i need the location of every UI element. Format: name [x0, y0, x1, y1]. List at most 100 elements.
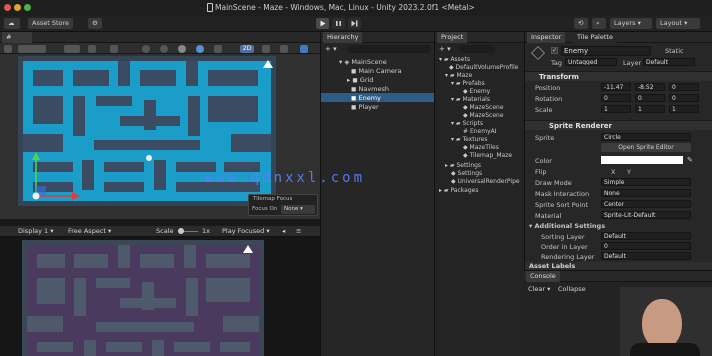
rotation-x-field[interactable]: 0	[601, 94, 631, 102]
scale-z-field[interactable]: 1	[669, 105, 699, 113]
lighting-icon[interactable]	[262, 44, 270, 53]
tab-tile-palette[interactable]: Tile Palette	[573, 32, 617, 43]
audio-icon[interactable]	[280, 44, 288, 53]
draw-mode-dropdown[interactable]	[18, 44, 46, 53]
hierarchy-item-mainscene[interactable]: ▾ ◈ MainScene	[339, 58, 387, 66]
hand-tool-icon[interactable]	[4, 44, 12, 53]
step-button[interactable]	[348, 18, 361, 29]
material-field[interactable]: Sprite-Lit-Default	[601, 211, 691, 219]
project-item-volume-profile[interactable]: ◆ DefaultVolumeProfile	[449, 64, 518, 72]
sort-point-dropdown[interactable]: Center	[601, 200, 691, 208]
hierarchy-search-input[interactable]	[347, 45, 431, 53]
rotation-z-field[interactable]: 0	[669, 94, 699, 102]
rotation-y-field[interactable]: 0	[635, 94, 665, 102]
project-folder-packages[interactable]: ▸ ▰ Packages	[439, 187, 478, 195]
layers-dropdown[interactable]: Layers ▾	[610, 18, 652, 29]
position-x-field[interactable]: -11.47	[601, 83, 631, 91]
active-checkbox[interactable]: ✓	[551, 47, 558, 54]
tab-inspector[interactable]: Inspector	[527, 32, 566, 43]
hierarchy-item-enemy[interactable]: ◼ Enemy	[351, 94, 381, 102]
open-sprite-editor-button[interactable]: Open Sprite Editor	[601, 143, 691, 152]
project-search-input[interactable]	[459, 45, 495, 53]
tag-dropdown[interactable]: Untagged	[565, 58, 617, 66]
object-name-field[interactable]: Enemy	[561, 46, 651, 56]
tab-hierarchy[interactable]: Hierarchy	[323, 32, 363, 43]
console-clear-button[interactable]: Clear ▾	[528, 285, 550, 293]
project-folder-maze[interactable]: ▾ ▰ Maze	[445, 72, 472, 80]
focus-on-dropdown[interactable]: None ▾	[281, 205, 315, 214]
play-button[interactable]	[316, 18, 329, 29]
window-close-button[interactable]	[4, 4, 11, 11]
layer-dropdown[interactable]: Default	[643, 58, 695, 66]
position-y-field[interactable]: -8.52	[635, 83, 665, 91]
project-item-tilemap-maze[interactable]: ◆ Tilemap_Maze	[463, 152, 512, 160]
gizmos-icon[interactable]	[300, 44, 308, 53]
account-cloud-button[interactable]: ☁	[4, 18, 20, 29]
window-minimize-button[interactable]	[14, 4, 21, 11]
player-sprite[interactable]	[146, 155, 152, 161]
snap-icon[interactable]	[110, 44, 118, 53]
mute-audio-icon[interactable]: ◂	[282, 226, 285, 237]
project-folder-settings[interactable]: ▸ ▰ Settings	[445, 162, 481, 170]
scale-slider-handle[interactable]	[178, 228, 184, 234]
stats-icon[interactable]: ≡	[296, 226, 301, 237]
sorting-layer-dropdown[interactable]: Default	[601, 232, 691, 240]
collab-gear-icon[interactable]: ⚙	[88, 18, 102, 29]
scene-view[interactable]: # 2D Tilemap Focus Focus On None ▾	[0, 32, 320, 219]
scale-slider[interactable]	[178, 228, 198, 234]
asset-store-button[interactable]: Asset Store	[28, 18, 74, 29]
tilemap-focus-overlay[interactable]: Tilemap Focus Focus On None ▾	[248, 194, 318, 216]
project-add-button[interactable]: + ▾	[439, 45, 451, 53]
rect-tool-icon[interactable]	[196, 44, 204, 53]
hierarchy-item-navmesh[interactable]: ◼ Navmesh	[351, 85, 389, 93]
mask-interaction-dropdown[interactable]: None	[601, 189, 691, 197]
pause-button[interactable]	[332, 18, 345, 29]
grid-snap-field[interactable]	[64, 44, 80, 53]
move-tool-icon[interactable]	[142, 44, 150, 53]
additional-settings-foldout[interactable]: ▾ Additional Settings	[529, 222, 605, 230]
project-folder-prefabs[interactable]: ▾ ▰ Prefabs	[451, 80, 485, 88]
project-item-enemy[interactable]: ◆ Enemy	[463, 88, 490, 96]
panel-divider[interactable]	[0, 219, 320, 226]
project-folder-textures[interactable]: ▾ ▰ Textures	[451, 136, 488, 144]
project-item-settings[interactable]: ◆ Settings	[451, 170, 482, 178]
layout-dropdown[interactable]: Layout ▾	[656, 18, 700, 29]
scale-tool-icon[interactable]	[178, 44, 186, 53]
play-focused-dropdown[interactable]: Play Focused ▾	[222, 226, 270, 237]
search-icon[interactable]: ⌕	[592, 18, 606, 29]
console-collapse-button[interactable]: Collapse	[558, 285, 586, 293]
project-item-mazescene-1[interactable]: ◆ MazeScene	[463, 104, 504, 112]
draw-mode-dropdown[interactable]: Simple	[601, 178, 691, 186]
game-view[interactable]: Display 1 ▾ Free Aspect ▾ Scale 1x Play …	[0, 226, 320, 356]
rotate-tool-icon[interactable]	[160, 44, 168, 53]
hierarchy-item-player[interactable]: ◼ Player	[351, 103, 379, 111]
tab-project[interactable]: Project	[437, 32, 468, 43]
scale-x-field[interactable]: 1	[601, 105, 631, 113]
tab-scene[interactable]: #	[2, 32, 32, 43]
hierarchy-item-main-camera[interactable]: ◼ Main Camera	[351, 67, 402, 75]
project-folder-materials[interactable]: ▾ ▰ Materials	[451, 96, 490, 104]
sprite-field[interactable]: Circle	[601, 133, 691, 141]
transform-component-header[interactable]: Transform	[525, 71, 712, 81]
enemy-sprite[interactable]	[32, 192, 40, 200]
order-in-layer-field[interactable]: 0	[601, 242, 691, 250]
window-zoom-button[interactable]	[24, 4, 31, 11]
move-gizmo[interactable]	[22, 150, 88, 204]
project-item-urp[interactable]: ◆ UniversalRenderPipe	[451, 178, 520, 186]
project-item-mazescene-2[interactable]: ◆ MazeScene	[463, 112, 504, 120]
grid-icon[interactable]	[88, 44, 96, 53]
hierarchy-item-grid[interactable]: ▸ ◼ Grid	[347, 76, 373, 84]
hierarchy-add-button[interactable]: + ▾	[325, 45, 337, 53]
tab-console[interactable]: Console	[526, 271, 560, 282]
scale-y-field[interactable]: 1	[635, 105, 665, 113]
rendering-layer-dropdown[interactable]: Default	[601, 252, 691, 260]
project-folder-scripts[interactable]: ▾ ▰ Scripts	[451, 120, 483, 128]
history-icon[interactable]: ⟲	[574, 18, 588, 29]
eyedropper-icon[interactable]: ✎	[687, 156, 693, 164]
position-z-field[interactable]: 0	[669, 83, 699, 91]
project-item-mazetiles[interactable]: ◆ MazeTiles	[463, 144, 499, 152]
color-swatch[interactable]	[601, 156, 683, 164]
project-folder-assets[interactable]: ▾ ▰ Assets	[439, 56, 470, 64]
toggle-2d-button[interactable]: 2D	[240, 44, 254, 53]
aspect-dropdown[interactable]: Free Aspect ▾	[68, 226, 111, 237]
